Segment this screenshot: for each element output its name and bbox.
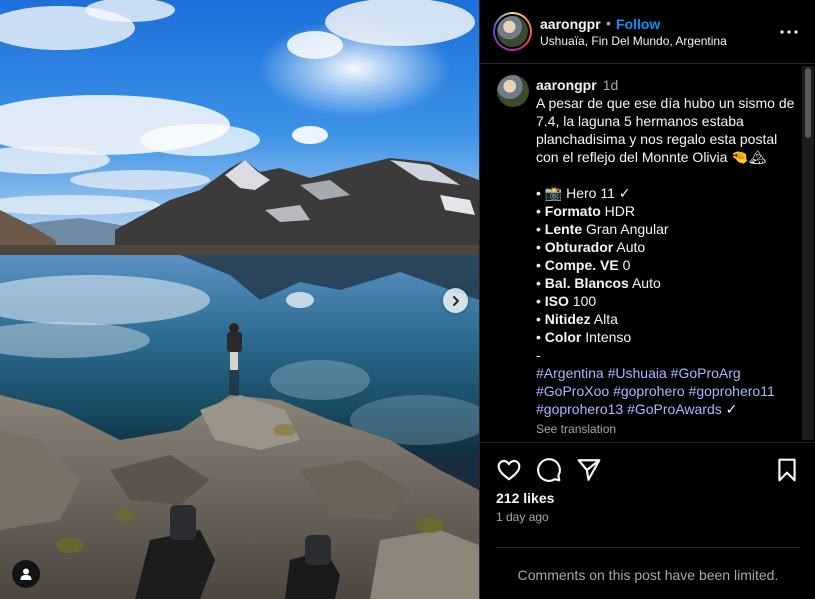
post-details-panel: aarongpr • Follow Ushuaïa, Fin Del Mundo… bbox=[479, 0, 815, 599]
spec-value: 0 bbox=[618, 257, 631, 273]
comment-icon[interactable] bbox=[536, 457, 562, 483]
avatar-image bbox=[497, 16, 528, 47]
follow-button[interactable]: Follow bbox=[616, 16, 660, 32]
hashtag-link[interactable]: #Ushuaia bbox=[608, 365, 667, 381]
spec-label: Bal. Blancos bbox=[544, 275, 629, 291]
spec-bullet: • bbox=[536, 239, 545, 255]
hashtag-link[interactable]: #GoProArg bbox=[671, 365, 741, 381]
spec-value: Auto bbox=[613, 239, 646, 255]
chevron-right-icon bbox=[452, 295, 459, 306]
caption-body: A pesar de que ese día hubo un sismo de … bbox=[536, 95, 795, 165]
heart-icon[interactable] bbox=[496, 457, 522, 483]
hashtag-link[interactable]: #goprohero13 bbox=[536, 401, 623, 417]
hashtag-link[interactable]: #goprohero bbox=[613, 383, 685, 399]
spec-value: Intenso bbox=[581, 329, 632, 345]
post-actions: 212 likes 1 day ago bbox=[480, 442, 815, 546]
spec-value: Gran Angular bbox=[582, 221, 669, 237]
spec-value: 100 bbox=[568, 293, 597, 309]
location-link[interactable]: Ushuaïa, Fin Del Mundo, Argentina bbox=[540, 34, 727, 48]
caption-scroll-area[interactable]: aarongpr 1d A pesar de que ese día hubo u… bbox=[480, 64, 815, 442]
spec-value: Auto bbox=[628, 275, 661, 291]
hashtag-link[interactable]: #Argentina bbox=[536, 365, 604, 381]
separator-dot: • bbox=[606, 15, 611, 31]
spec-label: Lente bbox=[544, 221, 583, 237]
send-icon[interactable] bbox=[576, 457, 602, 483]
spec-line: • Obturador Auto bbox=[536, 238, 798, 256]
spec-label: 📸 bbox=[544, 185, 563, 201]
scrollbar-thumb[interactable] bbox=[805, 68, 811, 138]
post-timestamp[interactable]: 1 day ago bbox=[496, 510, 549, 524]
spec-bullet: • bbox=[536, 203, 545, 219]
spec-label: Obturador bbox=[544, 239, 614, 255]
spec-label: Nitidez bbox=[544, 311, 591, 327]
spec-label: Color bbox=[544, 329, 582, 345]
spec-bullet: • bbox=[536, 293, 545, 309]
verified-check: ✓ bbox=[725, 401, 738, 417]
user-tag-icon bbox=[20, 568, 32, 580]
spec-label: Formato bbox=[544, 203, 601, 219]
more-horizontal-icon[interactable] bbox=[777, 22, 801, 42]
spec-bullet: • bbox=[536, 329, 545, 345]
spec-bullet: • bbox=[536, 221, 545, 237]
spec-line: • ISO 100 bbox=[536, 292, 798, 310]
next-photo-button[interactable] bbox=[443, 288, 468, 313]
spec-value: Alta bbox=[590, 311, 618, 327]
comments-limited-notice: Comments on this post have been limited. bbox=[496, 547, 800, 599]
spec-value: HDR bbox=[600, 203, 636, 219]
spec-line: • 📸 Hero 11 ✓ bbox=[536, 184, 798, 202]
hashtag-link[interactable]: #GoProAwards bbox=[627, 401, 722, 417]
caption-dash: - bbox=[536, 347, 541, 363]
lake-landscape-image bbox=[0, 0, 479, 599]
post-photo[interactable] bbox=[0, 0, 479, 599]
see-translation-link[interactable]: See translation bbox=[536, 420, 798, 438]
spec-line: • Bal. Blancos Auto bbox=[536, 274, 798, 292]
spec-line: • Compe. VE 0 bbox=[536, 256, 798, 274]
spec-label: Compe. VE bbox=[544, 257, 619, 273]
spec-line: • Lente Gran Angular bbox=[536, 220, 798, 238]
caption-scrollbar[interactable] bbox=[802, 66, 814, 440]
author-username[interactable]: aarongpr bbox=[540, 16, 601, 32]
hashtag-link[interactable]: #goprohero11 bbox=[689, 383, 775, 399]
spec-bullet: • bbox=[536, 275, 545, 291]
bookmark-icon[interactable] bbox=[774, 457, 800, 483]
caption-time: 1d bbox=[602, 77, 619, 93]
spec-bullet: • bbox=[536, 185, 545, 201]
caption-username[interactable]: aarongpr bbox=[536, 77, 597, 93]
spec-value: Hero 11 ✓ bbox=[562, 185, 631, 201]
spec-line: • Color Intenso bbox=[536, 328, 798, 346]
spec-bullet: • bbox=[536, 311, 545, 327]
caption-text: aarongpr 1d A pesar de que ese día hubo u… bbox=[536, 76, 798, 438]
tagged-users-button[interactable] bbox=[12, 560, 40, 588]
caption-avatar[interactable] bbox=[497, 75, 529, 107]
camera-specs-list: • 📸 Hero 11 ✓ • Formato HDR • Lente Gran A… bbox=[536, 184, 798, 346]
spec-line: • Nitidez Alta bbox=[536, 310, 798, 328]
spec-bullet: • bbox=[536, 257, 545, 273]
hashtag-link[interactable]: #GoProXoo bbox=[536, 383, 609, 399]
hashtag-list: #Argentina #Ushuaia #GoProArg #GoProXoo … bbox=[536, 364, 798, 418]
spec-line: • Formato HDR bbox=[536, 202, 798, 220]
spec-label: ISO bbox=[544, 293, 569, 309]
likes-count[interactable]: 212 likes bbox=[496, 490, 554, 506]
post-header: aarongpr • Follow Ushuaïa, Fin Del Mundo… bbox=[480, 0, 815, 64]
author-avatar[interactable] bbox=[493, 12, 532, 51]
